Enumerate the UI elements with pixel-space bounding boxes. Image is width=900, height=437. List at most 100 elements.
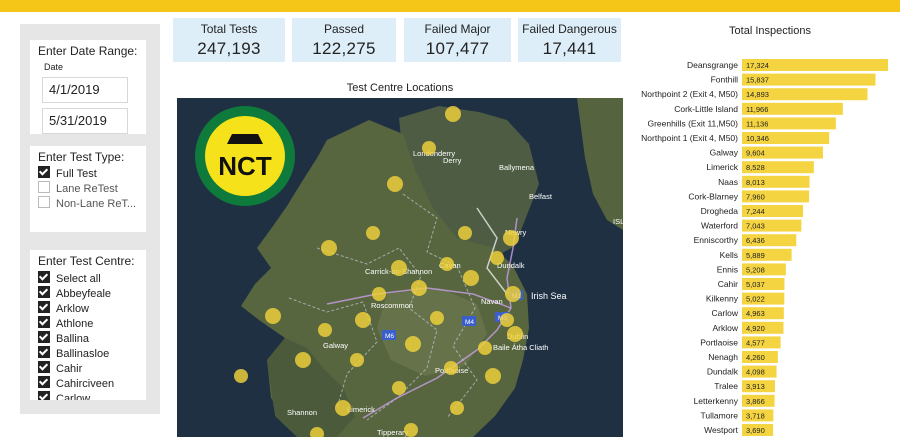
map-title: Test Centre Locations <box>346 82 454 94</box>
checkbox-label: Select all <box>56 273 101 285</box>
checkbox-label: Abbeyfeale <box>56 288 112 300</box>
logo-text: NCT <box>218 151 272 181</box>
map-place-label: Limerick <box>347 405 375 414</box>
test-centre-map[interactable]: NCT Londonderry Derry Ballymena Belfast … <box>177 98 623 437</box>
test-centre-header: Enter Test Centre: <box>38 254 135 268</box>
test-centre-option[interactable]: Ballinasloe <box>38 346 109 360</box>
map-place-label: Galway <box>323 341 348 350</box>
data-label: 5,022 <box>746 295 765 304</box>
end-date-input[interactable]: 5/31/2019 <box>42 108 128 134</box>
category-label: Cahir <box>718 279 738 289</box>
checkbox-label: Ballinasloe <box>56 348 110 360</box>
category-label: Kilkenny <box>706 294 739 304</box>
category-label: Tralee <box>714 381 738 391</box>
data-label: 5,208 <box>746 265 765 274</box>
checkbox-label: Carlow <box>56 393 91 400</box>
data-label: 3,690 <box>746 426 765 435</box>
test-centre-option[interactable]: Arklow <box>38 301 89 315</box>
test-centre-slicer: Enter Test Centre: Select all Abbeyfeale A… <box>30 250 146 400</box>
checkbox-checked[interactable] <box>38 361 50 373</box>
total-inspections-chart: Deansgrange 17,324 Fonthill 15,837 Northpoin… <box>641 59 888 436</box>
data-label: 4,098 <box>746 368 765 377</box>
test-centre-option[interactable]: Abbeyfeale <box>38 286 111 300</box>
kpi-failed-dangerous: Failed Dangerous 17,441 <box>518 18 621 62</box>
test-type-option[interactable]: Non-Lane ReT... <box>38 196 136 210</box>
test-type-option[interactable]: Lane ReTest <box>38 181 118 195</box>
map-place-label: Baile Átha Cliath <box>493 343 548 352</box>
data-label: 4,920 <box>746 324 765 333</box>
date-sublabel: Date <box>44 62 64 72</box>
date-range-header: Enter Date Range: <box>38 44 138 58</box>
test-centre-marker <box>445 106 461 122</box>
checkbox-checked[interactable] <box>38 286 50 298</box>
test-centre-marker <box>404 423 418 437</box>
category-label: Cork-Blarney <box>688 191 738 201</box>
test-centre-option[interactable]: Athlone <box>38 316 93 330</box>
data-label: 10,346 <box>746 134 769 143</box>
data-label: 8,528 <box>746 163 765 172</box>
test-centre-marker <box>387 176 403 192</box>
checkbox-checked[interactable] <box>38 316 50 328</box>
test-centre-marker <box>321 240 337 256</box>
map-place-label: Irish Sea <box>531 291 567 301</box>
checkbox-checked[interactable] <box>38 271 50 283</box>
data-label: 4,577 <box>746 338 765 347</box>
checkbox-unchecked[interactable] <box>38 196 50 208</box>
test-centre-option[interactable]: Cahir <box>38 361 82 375</box>
data-label: 3,866 <box>746 397 765 406</box>
nct-logo: NCT <box>195 106 295 206</box>
test-type-slicer: Enter Test Type: Full Test Lane ReTest Non… <box>30 146 146 232</box>
checkbox-checked[interactable] <box>38 391 50 400</box>
category-label: Waterford <box>701 221 738 231</box>
test-centre-marker <box>505 286 521 302</box>
checkbox-label: Cahirciveen <box>56 378 115 390</box>
checkbox-unchecked[interactable] <box>38 181 50 193</box>
test-centre-option[interactable]: Ballina <box>38 331 89 345</box>
map-place-label: Tipperary <box>377 428 409 437</box>
checkbox-checked[interactable] <box>38 331 50 343</box>
date-range-slicer: Enter Date Range: Date 4/1/2019 5/31/201… <box>30 40 146 134</box>
kpi-value: 122,275 <box>312 39 376 58</box>
data-label: 3,913 <box>746 382 765 391</box>
kpi-value: 247,193 <box>197 39 261 58</box>
start-date-input[interactable]: 4/1/2019 <box>42 77 128 103</box>
kpi-value: 17,441 <box>542 39 597 58</box>
data-label: 14,893 <box>746 90 769 99</box>
checkbox-checked[interactable] <box>38 166 50 178</box>
data-label: 7,244 <box>746 207 765 216</box>
data-label: 17,324 <box>746 61 769 70</box>
test-centre-marker <box>295 352 311 368</box>
test-centre-marker <box>485 368 501 384</box>
test-centre-marker <box>392 381 406 395</box>
category-label: Kells <box>720 250 738 260</box>
category-label: Galway <box>710 148 739 158</box>
test-centre-option[interactable]: Carlow <box>38 391 90 400</box>
data-label: 15,837 <box>746 76 769 85</box>
test-centre-option[interactable]: Cahirciveen <box>38 376 114 390</box>
map-place-label: ISL <box>613 217 623 226</box>
category-label: Cork-Little Island <box>674 104 738 114</box>
filter-panel: Enter Date Range: Date 4/1/2019 5/31/201… <box>20 24 160 414</box>
kpi-value: 107,477 <box>425 39 490 58</box>
kpi-passed: Passed 122,275 <box>292 18 396 62</box>
test-centre-option[interactable]: Select all <box>38 271 101 285</box>
test-centre-marker <box>444 361 458 375</box>
checkbox-checked[interactable] <box>38 346 50 358</box>
test-centre-marker <box>234 369 248 383</box>
test-centre-marker <box>350 353 364 367</box>
category-label: Northpoint 2 (Exit 4, M50) <box>641 89 738 99</box>
test-centre-marker <box>507 326 523 342</box>
kpi-label: Failed Dangerous <box>522 22 617 36</box>
test-centre-marker <box>411 280 427 296</box>
checkbox-checked[interactable] <box>38 301 50 313</box>
test-type-option[interactable]: Full Test <box>38 166 97 180</box>
category-label: Naas <box>718 177 738 187</box>
test-centre-marker <box>355 312 371 328</box>
checkbox-checked[interactable] <box>38 376 50 388</box>
category-label: Greenhills (Exit 11,M50) <box>647 118 738 128</box>
data-label: 6,436 <box>746 236 765 245</box>
map-place-label: Roscommon <box>371 301 413 310</box>
checkbox-label: Lane ReTest <box>56 183 118 195</box>
category-label: Arklow <box>712 323 738 333</box>
data-label: 7,043 <box>746 222 765 231</box>
